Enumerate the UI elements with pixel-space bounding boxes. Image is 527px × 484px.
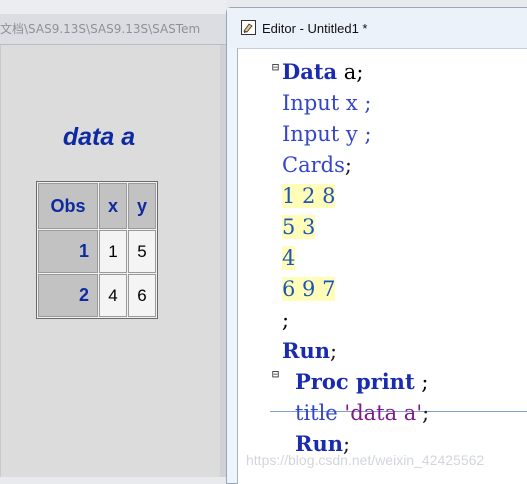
code-text: ; [414, 370, 429, 394]
output-table: Obs x y 1 1 5 2 4 6 [36, 181, 158, 319]
table-header-row: Obs x y [38, 183, 156, 229]
editor-window-title: Editor - Untitled1 * [262, 21, 368, 36]
editor-window: Editor - Untitled1 * ⊟ ⊟ Data a; Input x… [226, 7, 527, 484]
keyword-title: title [295, 401, 338, 425]
datalines-row: 1 2 8 [282, 184, 336, 208]
code-line-11: Proc print ; [295, 368, 428, 396]
code-line-6: 5 3 [282, 213, 316, 241]
results-window: 文档\SAS9.13S\SAS9.13S\SASTem data a Obs x… [0, 0, 226, 477]
editor-titlebar[interactable]: Editor - Untitled1 * [227, 8, 527, 48]
column-header-x: x [99, 183, 127, 229]
code-text: ; [330, 339, 338, 363]
keyword-cards: Cards [282, 153, 345, 177]
datalines-row: 4 [282, 246, 296, 270]
x-cell: 4 [99, 274, 127, 317]
results-window-path: 文档\SAS9.13S\SAS9.13S\SASTem [0, 22, 201, 36]
code-line-7: 4 [282, 244, 296, 272]
column-header-y: y [128, 183, 156, 229]
table-row: 2 4 6 [38, 274, 156, 317]
code-line-4: Cards; [282, 151, 352, 179]
code-text: ; [422, 401, 430, 425]
obs-cell: 1 [38, 230, 98, 273]
editor-app-icon [241, 20, 256, 35]
code-editor[interactable]: ⊟ ⊟ Data a; Input x ; Input y ; Cards; 1… [237, 48, 527, 484]
code-text: ; [344, 153, 352, 177]
x-cell: 1 [99, 230, 127, 273]
code-line-12: title 'data a'; [295, 399, 429, 427]
results-window-top-strip [0, 0, 226, 14]
keyword-run: Run [282, 338, 330, 363]
code-line-10: Run; [282, 337, 337, 365]
datalines-row: 6 9 7 [282, 277, 336, 301]
fold-toggle-proc-step-icon[interactable]: ⊟ [270, 368, 281, 380]
keyword-proc-print: Proc print [295, 369, 415, 394]
code-line-8: 6 9 7 [282, 275, 336, 303]
table-row: 1 1 5 [38, 230, 156, 273]
code-line-3: Input y ; [282, 122, 372, 146]
code-line-1: Data a; [282, 58, 363, 86]
watermark: https://blog.csdn.net/weixin_42425562 [246, 452, 485, 468]
column-header-obs: Obs [38, 183, 98, 229]
code-line-9: ; [282, 308, 290, 332]
y-cell: 5 [128, 230, 156, 273]
y-cell: 6 [128, 274, 156, 317]
code-line-5: 1 2 8 [282, 182, 336, 210]
code-text: a; [337, 60, 364, 84]
results-window-titlebar[interactable]: 文档\SAS9.13S\SAS9.13S\SASTem [0, 14, 226, 45]
results-content: data a Obs x y 1 1 5 2 4 6 [0, 45, 221, 477]
string-literal: 'data a' [337, 401, 423, 425]
datalines-row: 5 3 [282, 215, 316, 239]
fold-toggle-data-step-icon[interactable]: ⊟ [270, 61, 281, 73]
code-line-2: Input x ; [282, 91, 372, 115]
output-title: data a [62, 123, 136, 151]
keyword-data: Data [282, 59, 338, 84]
obs-cell: 2 [38, 274, 98, 317]
